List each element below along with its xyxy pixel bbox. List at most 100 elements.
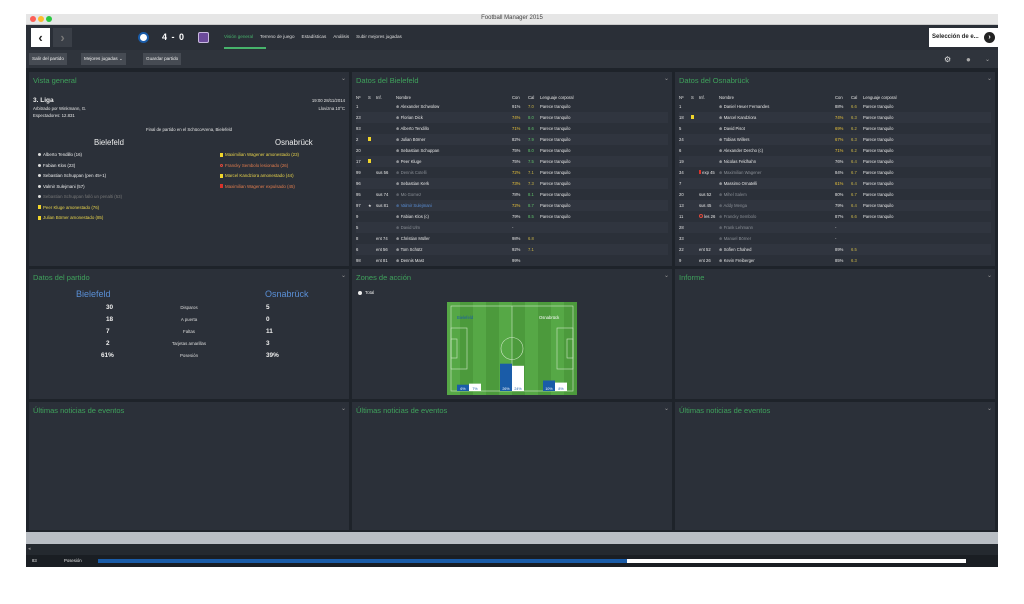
tab-vision-general[interactable]: Visión general [224,34,253,39]
table-row[interactable]: 95 sus 74 ⊕ Mo Gomez 78% 8.1 Parece tranquil… [356,189,668,200]
player-name[interactable]: ⊕ Florian Dick [396,112,512,123]
player-name[interactable]: ⊕ Tom Schütz [396,244,512,255]
table-row[interactable]: 33 ⊕ Manuel Börner - [679,233,991,244]
column-header[interactable]: Lenguaje corporal [540,93,668,101]
column-header[interactable]: Con [512,93,528,101]
table-row[interactable]: 9 ⊕ Fabian Klos (c) 79% 8.5 Parece tranquilo [356,211,668,222]
column-header[interactable]: Cal [528,93,540,101]
leave-match-button[interactable]: Salir del partido [29,53,67,65]
player-name[interactable]: ⊕ Francky Sembolo [719,211,835,222]
table-row[interactable]: 9 ent 26 ⊕ Kevin Freiberger 85% 6.3 [679,255,991,266]
player-name[interactable]: ⊕ Maximilian Wagener [719,167,835,178]
column-header[interactable]: Inf. [376,93,396,101]
column-header[interactable]: Con [835,93,851,101]
back-button[interactable]: ‹ [31,28,50,47]
player-name[interactable]: ⊕ Fabian Klos (c) [396,211,512,222]
column-header[interactable]: Cal [851,93,863,101]
team-selection-button[interactable]: Selección de e... › [929,28,998,47]
chevron-down-icon[interactable]: ⌄ [341,75,346,82]
chevron-down-icon[interactable]: ⌄ [664,75,669,82]
table-row[interactable]: 7 ⊕ Massimo Ornatelli 61% 6.4 Parece tranqui… [679,178,991,189]
gear-icon[interactable]: ⚙ [944,55,951,64]
chevron-down-icon[interactable]: ⌄ [664,405,669,412]
player-name[interactable]: ⊕ Sebastian Schuppan [396,145,512,156]
table-row[interactable]: 34 exp 45 ⊕ Maximilian Wagener 84% 6.7 Parec… [679,167,991,178]
player-name[interactable]: ⊕ Valmir Sulejmani [396,200,512,211]
table-row[interactable]: 22 ent 52 ⊕ Sofien Chahed 89% 6.5 [679,244,991,255]
column-header[interactable]: S [691,93,699,101]
table-row[interactable]: 1 ⊕ Alexander Schwolow 91% 7.0 Parece tranqu… [356,101,668,112]
player-name[interactable]: ⊕ Mo Gomez [396,189,512,200]
save-match-button[interactable]: Guardar partido [143,53,182,65]
player-name[interactable]: ⊕ David Ulm [396,222,512,233]
player-name[interactable]: ⊕ Christian Müller [396,233,512,244]
player-name[interactable]: ⊕ Alexander Schwolow [396,101,512,112]
player-name[interactable]: ⊕ David Pisot [719,123,835,134]
table-row[interactable]: 13 sus 45 ⊕ Addy Menga 79% 6.4 Parece tranqu… [679,200,991,211]
column-header[interactable]: Nº [356,93,368,101]
player-name[interactable]: ⊕ Julian Börner [396,134,512,145]
player-name[interactable]: ⊕ Sofien Chahed [719,244,835,255]
player-name[interactable]: ⊕ Alexander Dercho (c) [719,145,835,156]
chevron-down-icon[interactable]: ⌄ [987,272,992,279]
table-row[interactable]: 98 ent 81 ⊕ Dennis Mast 99% [356,255,668,266]
chevron-down-icon[interactable]: ⌄ [341,405,346,412]
table-row[interactable]: 8 ent 74 ⊕ Christian Müller 98% 6.8 [356,233,668,244]
table-row[interactable]: 18 ⊕ Marcel Kandziora 74% 6.3 Parece tranqui… [679,112,991,123]
column-header[interactable]: Nº [679,93,691,101]
forward-button[interactable]: › [53,28,72,47]
player-name[interactable]: ⊕ Peer Kluge [396,156,512,167]
player-name[interactable]: ⊕ Mihel Salem [719,189,835,200]
menu-chevron-icon[interactable]: ⌄ [985,56,990,63]
column-header[interactable]: Nombre [396,93,512,101]
player-name[interactable]: ⊕ Tobias Willers [719,134,835,145]
player-name[interactable]: ⊕ Addy Menga [719,200,835,211]
tab-estadisticas[interactable]: Estadísticas [302,34,327,39]
player-name[interactable]: ⊕ Dennis Cotelli [396,167,512,178]
table-row[interactable]: 93 ⊕ Alberto Tendillo 71% 8.6 Parece tranqui… [356,123,668,134]
player-name[interactable]: ⊕ Manuel Börner [719,233,835,244]
highlights-dropdown[interactable]: Mejores jugadas ⌄ [81,53,126,65]
table-row[interactable]: 2 ⊕ Julian Börner 82% 7.9 Parece tranquilo [356,134,668,145]
table-row[interactable]: 96 ⊕ Sebastian Kerk 73% 7.3 Parece tranquilo [356,178,668,189]
chevron-down-icon[interactable]: ⌄ [987,75,992,82]
table-row[interactable]: 99 sus 56 ⊕ Dennis Cotelli 72% 7.1 Parece tr… [356,167,668,178]
help-icon[interactable]: ● [966,55,971,64]
table-row[interactable]: 6 ⊕ Alexander Dercho (c) 71% 6.2 Parece tran… [679,145,991,156]
table-row[interactable]: 24 ⊕ Tobias Willers 67% 6.3 Parece tranquilo [679,134,991,145]
timeline-handle-icon[interactable]: ◂ [28,546,31,552]
player-name[interactable]: ⊕ Dennis Mast [396,255,512,266]
table-row[interactable]: 23 ⊕ Florian Dick 74% 8.0 Parece tranquilo [356,112,668,123]
column-header[interactable]: Nombre [719,93,835,101]
chevron-down-icon[interactable]: ⌄ [341,272,346,279]
tab-terreno-de-juego[interactable]: Terreno de juego [260,34,294,39]
player-name[interactable]: ⊕ Massimo Ornatelli [719,178,835,189]
timeline-track[interactable] [26,532,998,544]
player-name[interactable]: ⊕ Nicolas Feldhahn [719,156,835,167]
table-row[interactable]: 20 sus 52 ⊕ Mihel Salem 80% 6.7 Parece tranq… [679,189,991,200]
table-row[interactable]: 28 ⊕ Frank Lehmann - [679,222,991,233]
player-name[interactable]: ⊕ Marcel Kandziora [719,112,835,123]
player-name[interactable]: ⊕ Daniel Heuer Fernandes [719,101,835,112]
player-name[interactable]: ⊕ Kevin Freiberger [719,255,835,266]
player-name[interactable]: ⊕ Frank Lehmann [719,222,835,233]
table-row[interactable]: 1 ⊕ Daniel Heuer Fernandes 88% 6.6 Parece tr… [679,101,991,112]
table-row[interactable]: 5 ⊕ David Pisot 69% 6.2 Parece tranquilo [679,123,991,134]
table-row[interactable]: 19 ⊕ Nicolas Feldhahn 76% 6.4 Parece tranqui… [679,156,991,167]
table-row[interactable]: 97 ★ sus 81 ⊕ Valmir Sulejmani 72% 8.7 Parece… [356,200,668,211]
player-name[interactable]: ⊕ Alberto Tendillo [396,123,512,134]
chevron-down-icon[interactable]: ⌄ [664,272,669,279]
column-header[interactable]: S [368,93,376,101]
table-row[interactable]: 6 ent 56 ⊕ Tom Schütz 92% 7.1 [356,244,668,255]
tab-analisis[interactable]: Análisis [333,34,349,39]
table-row[interactable]: 5 ⊕ David Ulm - [356,222,668,233]
chevron-down-icon[interactable]: ⌄ [987,405,992,412]
tab-subir-mejores-jugadas[interactable]: Subir mejores jugadas [356,34,402,39]
table-row[interactable]: 20 ⊕ Sebastian Schuppan 75% 8.0 Parece tranq… [356,145,668,156]
table-row[interactable]: 11 les 26 ⊕ Francky Sembolo 87% 6.6 Parece t… [679,211,991,222]
player-name[interactable]: ⊕ Sebastian Kerk [396,178,512,189]
column-header[interactable]: Lenguaje corporal [863,93,991,101]
zones-filter[interactable]: Total [358,290,374,295]
table-row[interactable]: 17 ⊕ Peer Kluge 75% 7.5 Parece tranquilo [356,156,668,167]
column-header[interactable]: Inf. [699,93,719,101]
